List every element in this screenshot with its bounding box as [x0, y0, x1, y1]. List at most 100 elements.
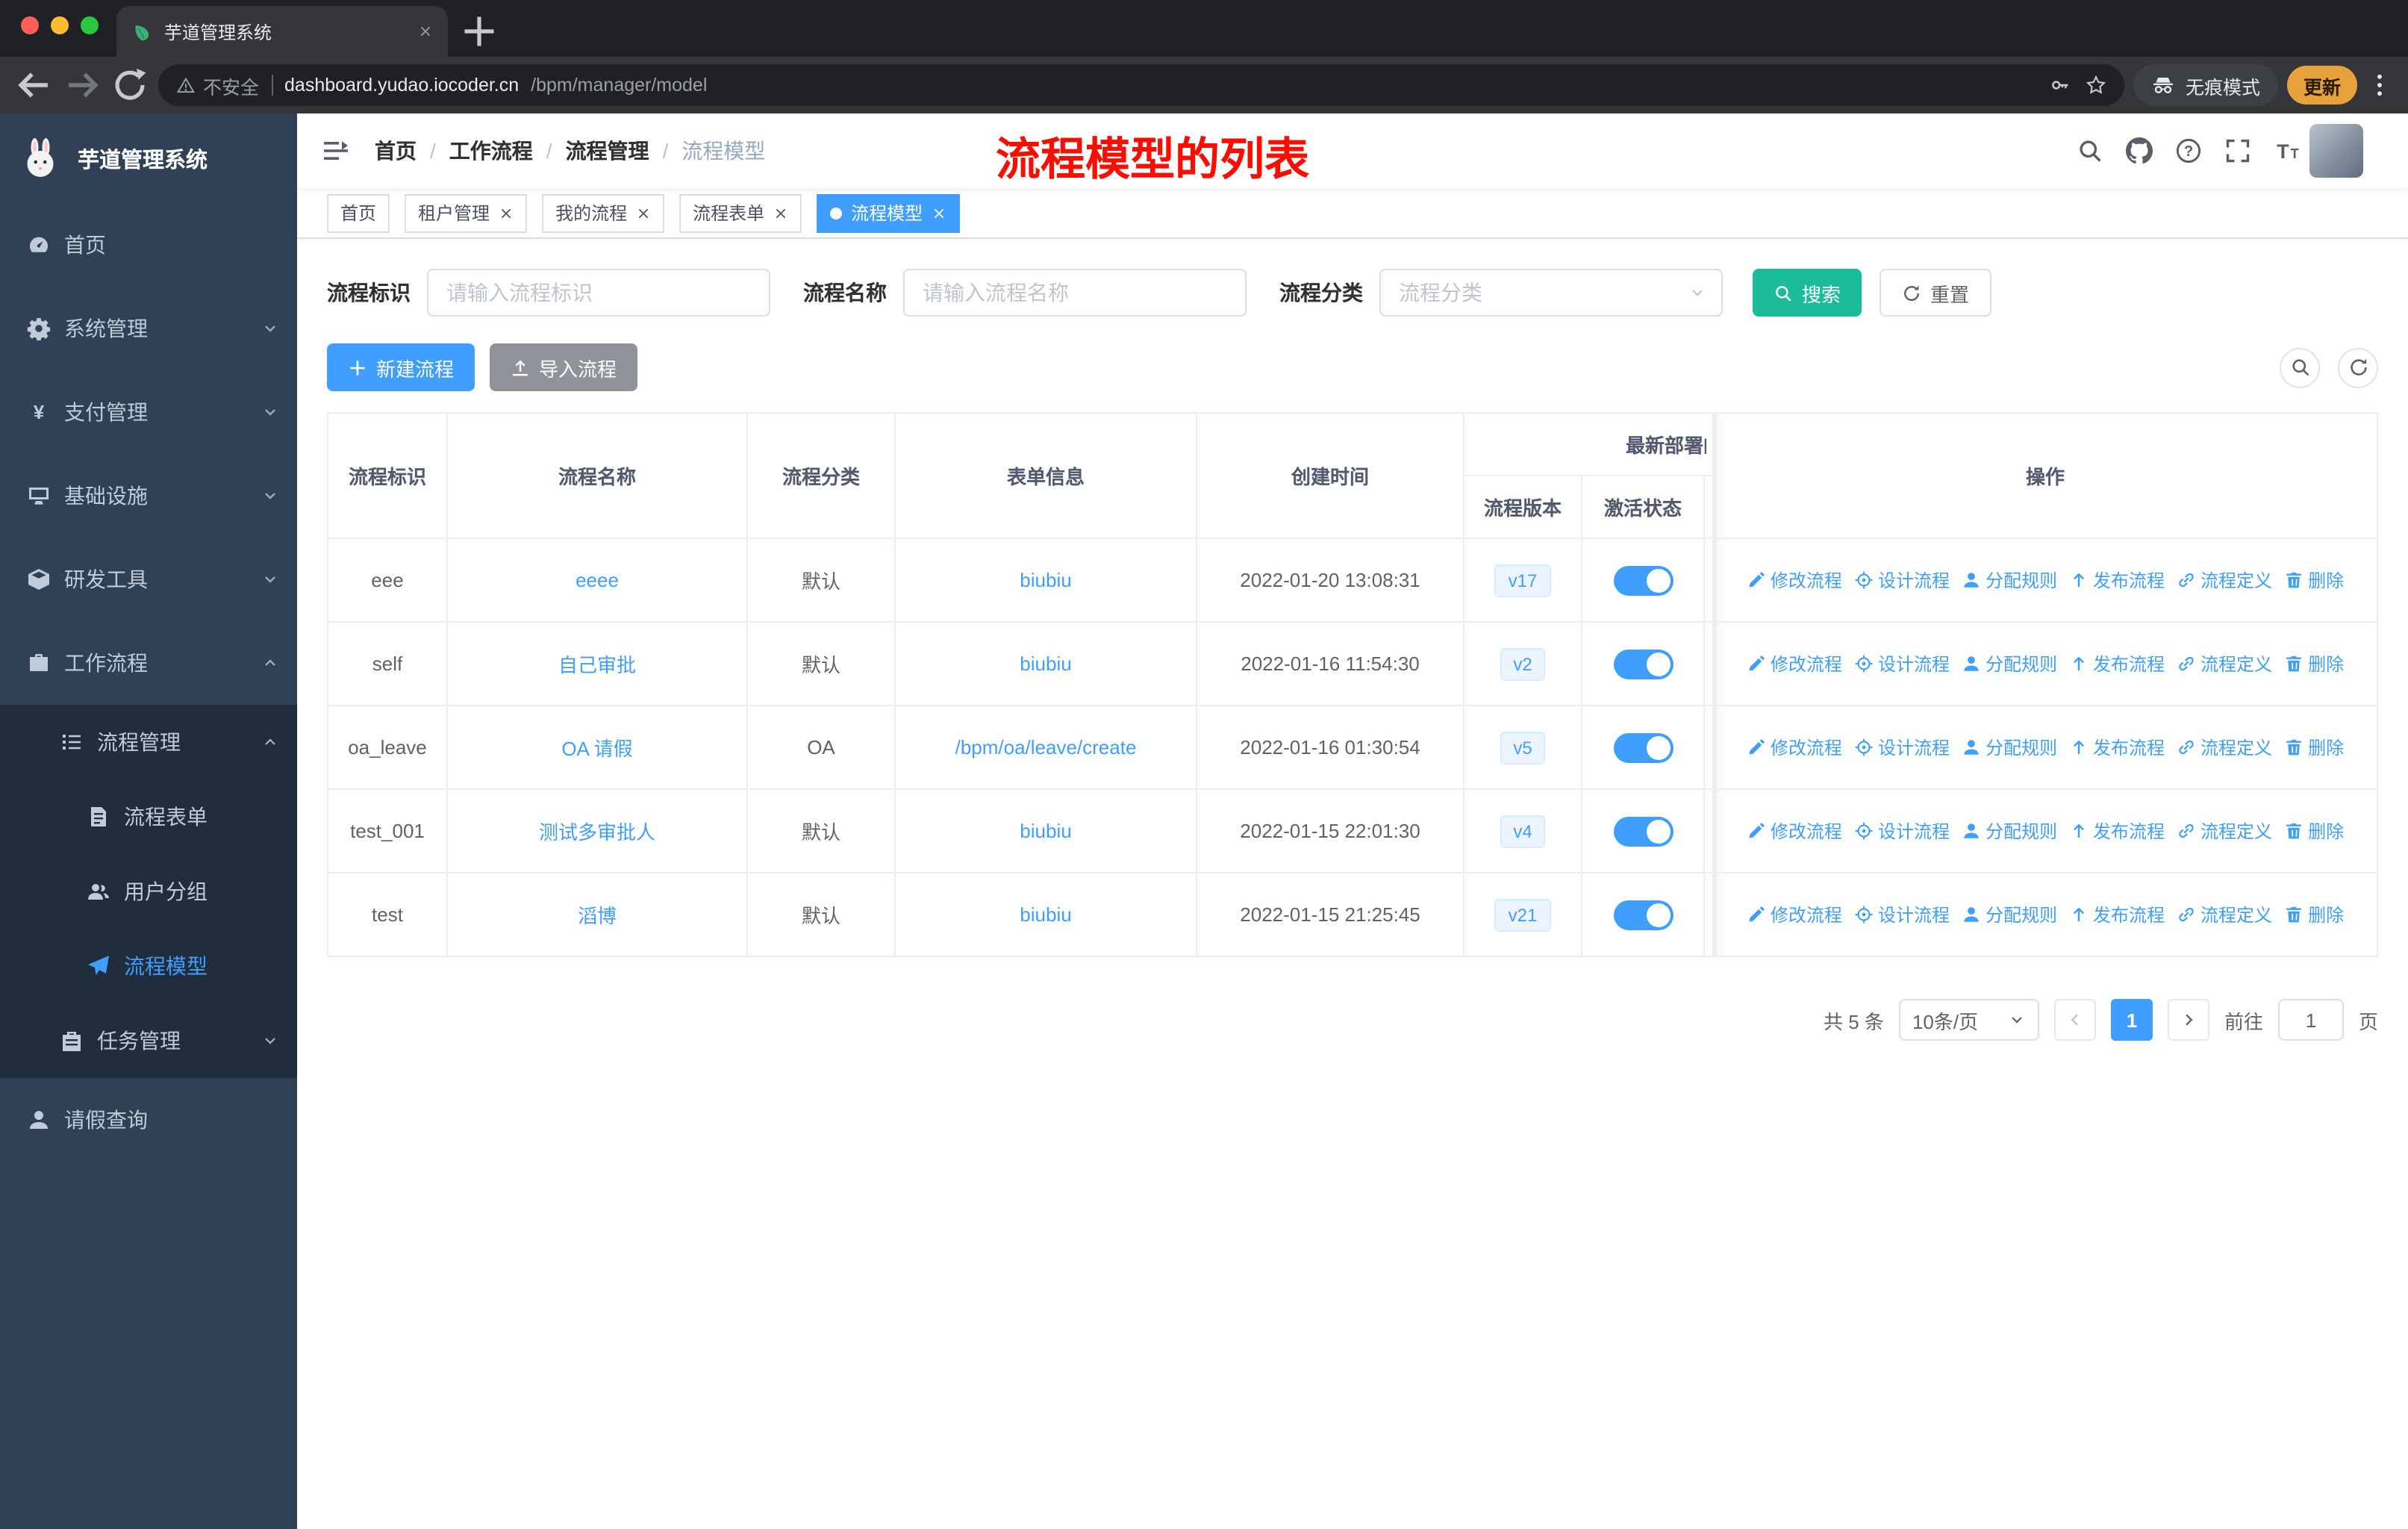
refresh-table-button[interactable]: [2338, 347, 2378, 387]
password-key-icon[interactable]: [2050, 75, 2071, 96]
breadcrumb-item[interactable]: 工作流程: [449, 136, 533, 166]
breadcrumb-item[interactable]: 流程管理: [566, 136, 649, 166]
back-icon[interactable]: [15, 66, 54, 105]
goto-page-input[interactable]: [2277, 999, 2344, 1041]
tab-tenant[interactable]: 租户管理: [405, 193, 528, 232]
action-design-link[interactable]: 设计流程: [1854, 901, 1950, 927]
action-assign-link[interactable]: 分配规则: [1962, 650, 2057, 676]
action-publish-link[interactable]: 发布流程: [2069, 650, 2165, 676]
close-icon[interactable]: [499, 205, 514, 220]
process-name-link[interactable]: 滔博: [578, 905, 617, 927]
sidebar-item-leave-query[interactable]: 请假查询: [0, 1078, 297, 1162]
next-page-button[interactable]: [2167, 999, 2209, 1041]
action-delete-link[interactable]: 删除: [2284, 650, 2344, 676]
action-publish-link[interactable]: 发布流程: [2069, 901, 2165, 927]
zoom-window-button[interactable]: [81, 16, 99, 34]
toggle-search-button[interactable]: [2280, 347, 2320, 387]
update-chip[interactable]: 更新: [2286, 66, 2357, 105]
current-page[interactable]: 1: [2110, 999, 2153, 1041]
help-icon[interactable]: ?: [2175, 137, 2202, 164]
github-icon[interactable]: [2126, 137, 2153, 164]
action-assign-link[interactable]: 分配规则: [1962, 567, 2057, 592]
avatar[interactable]: [2309, 124, 2363, 178]
close-icon[interactable]: [773, 205, 788, 220]
browser-tab[interactable]: 芋道管理系统: [116, 6, 448, 57]
active-toggle[interactable]: [1613, 732, 1673, 762]
close-icon[interactable]: [932, 205, 946, 220]
fullscreen-icon[interactable]: [2224, 137, 2251, 164]
font-size-icon[interactable]: TT: [2274, 137, 2301, 164]
sidebar-item-infra[interactable]: 基础设施: [0, 454, 297, 538]
action-assign-link[interactable]: 分配规则: [1962, 818, 2057, 843]
sidebar-item-process-model[interactable]: 流程模型: [0, 929, 297, 1003]
active-toggle[interactable]: [1613, 565, 1673, 595]
tab-process-form[interactable]: 流程表单: [679, 193, 802, 232]
hamburger-icon[interactable]: [321, 136, 351, 166]
action-edit-link[interactable]: 修改流程: [1747, 650, 1842, 676]
form-info-link[interactable]: biubiu: [1020, 903, 1071, 926]
address-bar[interactable]: 不安全 dashboard.yudao.iocoder.cn/bpm/manag…: [158, 64, 2124, 106]
action-definition-link[interactable]: 流程定义: [2177, 567, 2272, 592]
form-info-link[interactable]: biubiu: [1020, 820, 1071, 842]
action-assign-link[interactable]: 分配规则: [1962, 901, 2057, 927]
forward-icon[interactable]: [63, 66, 102, 105]
create-process-button[interactable]: 新建流程: [327, 343, 475, 391]
form-info-link[interactable]: biubiu: [1020, 653, 1071, 675]
action-delete-link[interactable]: 删除: [2284, 567, 2344, 592]
action-design-link[interactable]: 设计流程: [1854, 734, 1950, 759]
minimize-window-button[interactable]: [51, 16, 69, 34]
action-design-link[interactable]: 设计流程: [1854, 818, 1950, 843]
tab-home[interactable]: 首页: [327, 193, 390, 232]
action-publish-link[interactable]: 发布流程: [2069, 567, 2165, 592]
action-edit-link[interactable]: 修改流程: [1747, 901, 1842, 927]
import-process-button[interactable]: 导入流程: [490, 343, 638, 391]
sidebar-item-home[interactable]: 首页: [0, 203, 297, 287]
tab-process-model[interactable]: 流程模型: [817, 193, 961, 232]
sidebar-item-user-group[interactable]: 用户分组: [0, 854, 297, 929]
action-assign-link[interactable]: 分配规则: [1962, 734, 2057, 759]
process-key-input[interactable]: [427, 269, 770, 317]
breadcrumb-item[interactable]: 首页: [375, 136, 417, 166]
bookmark-star-icon[interactable]: [2086, 75, 2106, 96]
action-definition-link[interactable]: 流程定义: [2177, 650, 2272, 676]
action-definition-link[interactable]: 流程定义: [2177, 734, 2272, 759]
search-icon[interactable]: [2077, 137, 2103, 164]
action-delete-link[interactable]: 删除: [2284, 818, 2344, 843]
sidebar-item-system[interactable]: 系统管理: [0, 287, 297, 370]
sidebar-item-process-form[interactable]: 流程表单: [0, 779, 297, 854]
sidebar-item-process-mgmt[interactable]: 流程管理: [0, 705, 297, 779]
process-name-input[interactable]: [903, 269, 1247, 317]
sidebar-item-payment[interactable]: ¥ 支付管理: [0, 370, 297, 454]
action-design-link[interactable]: 设计流程: [1854, 567, 1950, 592]
process-name-link[interactable]: eeee: [576, 569, 619, 591]
sidebar-item-task-mgmt[interactable]: 任务管理: [0, 1003, 297, 1078]
action-delete-link[interactable]: 删除: [2284, 734, 2344, 759]
active-toggle[interactable]: [1613, 816, 1673, 846]
action-definition-link[interactable]: 流程定义: [2177, 818, 2272, 843]
new-tab-button[interactable]: [460, 12, 499, 51]
browser-menu-icon[interactable]: [2366, 72, 2393, 99]
action-delete-link[interactable]: 删除: [2284, 901, 2344, 927]
action-definition-link[interactable]: 流程定义: [2177, 901, 2272, 927]
process-category-select[interactable]: 流程分类: [1379, 269, 1723, 317]
sidebar-item-devtools[interactable]: 研发工具: [0, 538, 297, 621]
active-toggle[interactable]: [1613, 900, 1673, 929]
reload-icon[interactable]: [110, 66, 149, 105]
action-edit-link[interactable]: 修改流程: [1747, 567, 1842, 592]
close-tab-icon[interactable]: [418, 24, 433, 39]
action-design-link[interactable]: 设计流程: [1854, 650, 1950, 676]
action-publish-link[interactable]: 发布流程: [2069, 734, 2165, 759]
reset-button[interactable]: 重置: [1880, 269, 1992, 317]
tab-my-process[interactable]: 我的流程: [542, 193, 665, 232]
process-name-link[interactable]: 测试多审批人: [539, 821, 655, 844]
prev-page-button[interactable]: [2053, 999, 2096, 1041]
process-name-link[interactable]: OA 请假: [561, 738, 632, 760]
form-info-link[interactable]: /bpm/oa/leave/create: [955, 736, 1137, 759]
search-button[interactable]: 搜索: [1753, 269, 1862, 317]
action-edit-link[interactable]: 修改流程: [1747, 734, 1842, 759]
form-info-link[interactable]: biubiu: [1020, 569, 1071, 591]
action-edit-link[interactable]: 修改流程: [1747, 818, 1842, 843]
active-toggle[interactable]: [1613, 649, 1673, 679]
close-window-button[interactable]: [21, 16, 39, 34]
process-name-link[interactable]: 自己审批: [558, 654, 636, 676]
